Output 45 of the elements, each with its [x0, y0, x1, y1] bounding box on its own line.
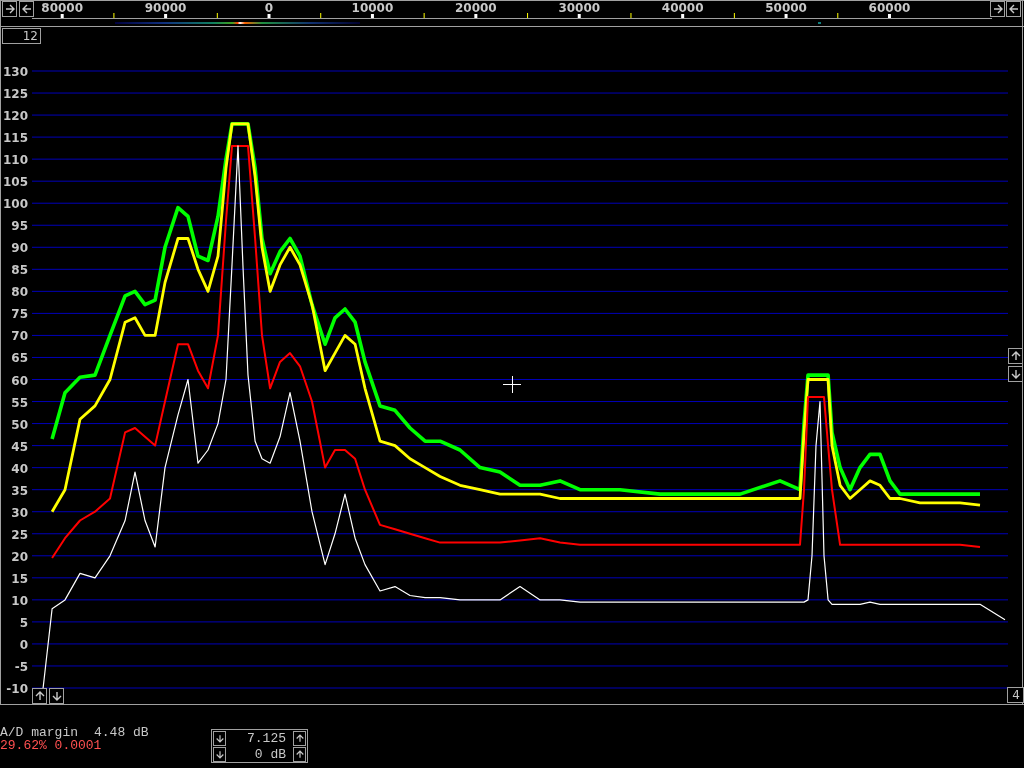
- y-tick-label: 75: [11, 307, 28, 322]
- y-tick-label: 120: [2, 109, 28, 124]
- y-tick-label: 115: [2, 131, 28, 146]
- x-tick-label: 60000: [868, 1, 911, 15]
- corner-field[interactable]: 4: [1007, 687, 1024, 703]
- y-tick-label: 105: [2, 175, 28, 190]
- y-tick-label: 35: [11, 483, 28, 498]
- y-tick-label: 80: [11, 285, 28, 300]
- y-tick-label: 25: [11, 527, 28, 542]
- x-tick-label: 10000: [351, 1, 394, 15]
- adjuster-value: 0 dB: [253, 746, 287, 762]
- frequency-label: 80000: [41, 1, 84, 15]
- margin-label: A/D margin: [0, 726, 78, 739]
- x-tick-label: 50000: [765, 1, 807, 15]
- y-tick-label: 60: [11, 373, 28, 388]
- y-tick-label: 10: [11, 593, 28, 608]
- y-tick-label: 125: [2, 87, 28, 102]
- y-tick-label: 15: [11, 571, 28, 586]
- y-tick-label: 50: [11, 417, 28, 432]
- frequency-label: 90000: [144, 1, 187, 15]
- y-tick-label: 5: [19, 615, 28, 630]
- readout-text: 29.62% 0.0001: [0, 739, 103, 752]
- y-tick-label: -10: [6, 682, 28, 696]
- y-tick-label: 45: [11, 439, 28, 454]
- x-tick-label: 0: [264, 1, 274, 15]
- y-tick-label: 95: [11, 219, 28, 234]
- y-tick-label: 20: [11, 549, 28, 564]
- y-tick-label: 100: [2, 197, 28, 212]
- y-tick-label: 130: [2, 65, 28, 79]
- y-tick-label: 70: [11, 329, 28, 344]
- y-tick-label: 0: [19, 637, 28, 652]
- y-tick-label: 55: [11, 395, 28, 410]
- y-tick-label: -5: [14, 659, 28, 674]
- margin-value: 4.48 dB: [94, 726, 149, 739]
- x-tick-label: 20000: [454, 1, 497, 15]
- adjuster-value: 7.125: [246, 730, 287, 746]
- y-tick-label: 65: [11, 351, 28, 366]
- y-tick-label: 110: [2, 153, 28, 168]
- channel-field[interactable]: 12: [2, 28, 41, 44]
- y-tick-label: 40: [11, 461, 28, 476]
- y-tick-label: 90: [11, 241, 28, 256]
- x-tick-label: 30000: [558, 1, 601, 15]
- y-tick-label: 30: [11, 505, 28, 520]
- x-tick-label: 40000: [661, 1, 704, 15]
- y-tick-label: 85: [11, 263, 28, 278]
